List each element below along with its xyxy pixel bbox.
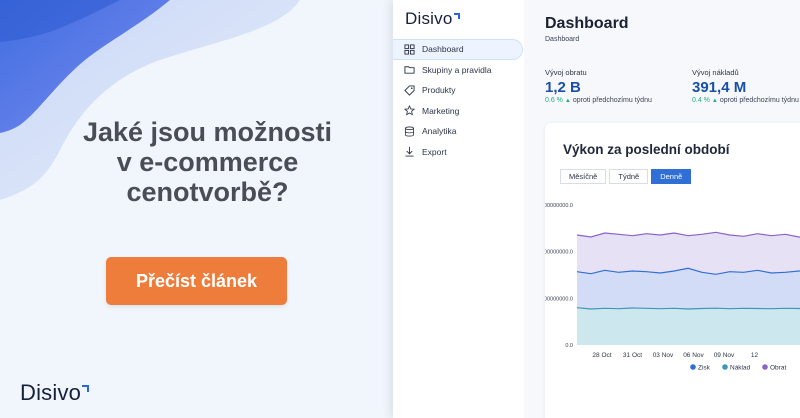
wave-background [0, 0, 300, 200]
kpi-label: Vývoj obratu [545, 68, 587, 77]
y-tick-label: 700000000.0 [545, 296, 573, 302]
promo-panel: Jaké jsou možnosti v e-commerce cenotvor… [0, 0, 395, 418]
sidebar-item-analytics[interactable]: Analytika [393, 121, 524, 142]
x-tick-label: 03 Nov [653, 352, 674, 359]
kpi-costs: Vývoj nákladů 391,4 M 0.4 % ▲ oproti předc… [692, 68, 799, 104]
folder-icon [403, 64, 415, 76]
legend-marker-zisk [690, 364, 696, 370]
star-icon [403, 105, 415, 117]
page-title: Dashboard [545, 15, 629, 32]
performance-chart-card: Výkon za poslední období Měsíčně Týdně D… [545, 123, 800, 418]
read-article-button[interactable]: Přečíst článek [106, 257, 287, 305]
kpi-value: 1,2 B [545, 79, 581, 96]
sidebar-nav: Dashboard Skupiny a pravidla Produkty Ma… [393, 39, 524, 162]
tag-icon [403, 84, 415, 96]
kpi-change-text: oproti předchozímu týdnu [719, 97, 799, 104]
database-icon [403, 125, 415, 137]
y-tick-label: 1400000000.0 [545, 250, 573, 256]
sidebar: Disivo Dashboard Skupiny a pravidla Prod… [393, 0, 524, 418]
chart-title: Výkon za poslední období [563, 142, 730, 157]
headline-line: v e-commerce [116, 147, 299, 177]
x-tick-label: 12 [751, 352, 759, 359]
kpi-change-percent: 0.4 % [692, 97, 710, 104]
sidebar-item-products[interactable]: Produkty [393, 80, 524, 101]
legend-marker-náklad [722, 364, 728, 370]
x-tick-label: 28 Oct [592, 352, 611, 359]
performance-area-chart: 2100000000.0 1400000000.0 700000000.0 0.0 28… [545, 203, 800, 372]
x-tick-label: 06 Nov [683, 352, 704, 359]
logo-text: Disivo [405, 9, 453, 28]
download-icon [403, 146, 415, 158]
sidebar-item-label: Analytika [422, 126, 457, 137]
logo-text: Disivo [20, 380, 82, 405]
legend-marker-obrat [762, 364, 768, 370]
logo-corner-mark-icon [453, 13, 460, 19]
kpi-label: Vývoj nákladů [692, 68, 739, 77]
area-fill-náklad [577, 307, 800, 345]
trend-up-icon: ▲ [564, 98, 571, 104]
tab-daily[interactable]: Denně [651, 169, 692, 184]
sidebar-item-label: Skupiny a pravidla [422, 64, 492, 75]
trend-up-icon: ▲ [711, 98, 718, 104]
kpi-revenue: Vývoj obratu 1,2 B 0.6 % ▲ oproti předchoz… [545, 68, 652, 104]
kpi-value: 391,4 M [692, 79, 747, 96]
promo-headline: Jaké jsou možnosti v e-commerce cenotvor… [40, 117, 375, 207]
app-logo[interactable]: Disivo [405, 9, 460, 29]
kpi-change-text: oproti předchozímu týdnu [572, 97, 652, 104]
sidebar-item-label: Produkty [422, 85, 456, 96]
legend-label: Náklad [730, 365, 751, 372]
legend-label: Zisk [698, 365, 711, 372]
headline-line: Jaké jsou možnosti [82, 117, 333, 147]
sidebar-item-label: Export [422, 146, 447, 157]
breadcrumb[interactable]: Dashboard [545, 36, 579, 43]
grid-icon [403, 43, 415, 55]
legend-label: Obrat [770, 365, 786, 372]
sidebar-item-label: Dashboard [422, 44, 464, 55]
headline-line: cenotvorbě? [126, 177, 289, 207]
sidebar-item-export[interactable]: Export [393, 142, 524, 163]
tab-weekly[interactable]: Týdně [609, 169, 649, 184]
y-tick-label: 0.0 [565, 343, 573, 349]
sidebar-item-marketing[interactable]: Marketing [393, 101, 524, 122]
sidebar-item-groups[interactable]: Skupiny a pravidla [393, 60, 524, 81]
sidebar-item-dashboard[interactable]: Dashboard [393, 39, 523, 60]
app-screenshot: Disivo Dashboard Skupiny a pravidla Prod… [393, 0, 800, 418]
tab-monthly[interactable]: Měsíčně [560, 169, 607, 184]
kpi-change: 0.4 % ▲ oproti předchozímu týdnu [692, 97, 799, 104]
main-content: Dashboard Dashboard Vývoj obratu 1,2 B 0… [524, 0, 800, 418]
kpi-change-percent: 0.6 % [545, 97, 563, 104]
logo-corner-mark-icon [82, 385, 90, 392]
period-tabs: Měsíčně Týdně Denně [560, 169, 694, 184]
sidebar-item-label: Marketing [422, 105, 460, 116]
kpi-change: 0.6 % ▲ oproti předchozímu týdnu [545, 97, 652, 104]
y-tick-label: 2100000000.0 [545, 203, 573, 209]
x-tick-label: 31 Oct [623, 352, 642, 359]
x-tick-label: 09 Nov [714, 352, 735, 359]
brand-logo: Disivo [20, 380, 90, 406]
